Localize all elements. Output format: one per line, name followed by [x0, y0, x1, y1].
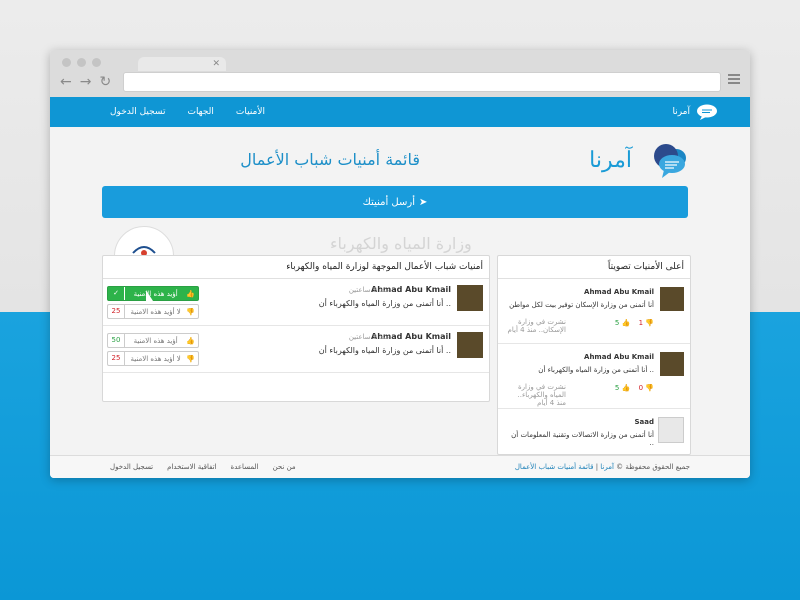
thumbs-down-icon: 👎: [645, 319, 654, 327]
close-window-dot[interactable]: [62, 58, 71, 67]
footer-link-login[interactable]: تسجيل الدخول: [110, 463, 153, 471]
footer-copyright: جميع الحقوق محفوظة © آمرنا | قائمة أمنيا…: [514, 463, 690, 471]
top-wish-item: Ahmad Abu Kmail أنا أتمنى من وزارة الميا…: [498, 344, 690, 409]
upvote-button[interactable]: 50 أؤيد هذه الامنية 👍: [107, 333, 199, 348]
top-wish-meta: نشرت في وزارة الإسكان.. منذ 4 أيام: [507, 318, 566, 334]
paper-plane-icon: ➤: [418, 196, 428, 208]
wish-text[interactable]: أنا أتمنى من وزارة المياه والكهرباء أن .…: [319, 346, 451, 355]
thumbs-up-icon: 👍: [186, 289, 195, 298]
footer-link-help[interactable]: المساعدة: [231, 463, 259, 471]
avatar[interactable]: [457, 332, 483, 358]
nav-link-entities[interactable]: الجهات: [187, 107, 213, 117]
send-label: أرسل أمنيتك: [362, 196, 415, 208]
nav-link-login[interactable]: تسجيل الدخول: [110, 107, 165, 117]
footer-link-terms[interactable]: اتفاقية الاستخدام: [167, 463, 216, 471]
top-wish-text[interactable]: أنا أتمنى من وزارة المياه والكهرباء أن .…: [509, 366, 654, 374]
thumbs-down-icon: 👎: [186, 354, 195, 363]
downvote-button[interactable]: 25 لا أؤيد هذه الامنية 👎: [107, 304, 199, 319]
browser-tab[interactable]: ✕: [138, 57, 226, 71]
browser-nav: ← → ↻: [60, 74, 111, 90]
top-wish-votes: 5 👍 1 👎: [614, 319, 654, 327]
top-wish-text[interactable]: أنا أتمنى من وزارة الإسكان توفير بيت لكل…: [509, 301, 654, 309]
back-arrow-icon[interactable]: ←: [60, 74, 72, 90]
send-wish-button[interactable]: أرسل أمنيتك ➤: [102, 186, 688, 218]
thumbs-up-icon: 👍: [621, 319, 631, 327]
site-navbar: آمرنا تسجيل الدخول الجهات الأمنيات: [50, 97, 750, 127]
wish-time: منذ 2 ساعتين: [348, 286, 389, 294]
tab-close-icon[interactable]: ✕: [212, 57, 220, 71]
footer-links: تسجيل الدخول اتفاقية الاستخدام المساعدة …: [110, 463, 296, 471]
browser-chrome: ✕ ← → ↻: [50, 50, 750, 98]
top-wish-item: Saad أنا أتمنى من وزارة الاتصالات وتقنية…: [498, 409, 690, 454]
downvote-button[interactable]: 25 لا أؤيد هذه الامنية 👎: [107, 351, 199, 366]
brand-name: آمرنا: [589, 148, 632, 173]
upvote-label: أؤيد هذه الامنية: [133, 289, 178, 298]
downvote-count: 25: [108, 352, 125, 365]
avatar[interactable]: [457, 285, 483, 311]
chat-logo-icon[interactable]: [696, 104, 718, 120]
wishes-panel: أمنيات شباب الأعمال الموجهة لوزارة الميا…: [102, 255, 490, 402]
avatar[interactable]: [660, 287, 684, 311]
top-wishes-title: أعلى الأمنيات تصويتاً: [498, 256, 690, 279]
upvote-button[interactable]: ✓ أؤيد هذه الامنية 👍: [107, 286, 199, 301]
browser-menu-icon[interactable]: [728, 74, 740, 84]
forward-arrow-icon[interactable]: →: [80, 74, 92, 90]
thumbs-up-icon: 👍: [186, 336, 195, 345]
browser-window: ✕ ← → ↻ آمرنا تسجيل الدخول الجهات الأمني…: [50, 50, 750, 478]
wish-time: منذ 2 ساعتين: [348, 333, 389, 341]
footer-link-about[interactable]: من نحن: [273, 463, 296, 471]
top-wish-votes: 5 👍 0 👎: [614, 384, 654, 392]
ministry-name: وزارة المياه والكهرباء: [330, 234, 472, 253]
checkmark-icon: ✓: [108, 287, 125, 300]
top-wish-item: Ahmad Abu Kmail أنا أتمنى من وزارة الإسك…: [498, 279, 690, 344]
nav-brand-label[interactable]: آمرنا: [672, 107, 690, 117]
thumbs-down-icon: 👎: [186, 307, 195, 316]
nav-link-wishes[interactable]: الأمنيات: [236, 107, 265, 117]
maximize-window-dot[interactable]: [92, 58, 101, 67]
upvote-count: 50: [108, 334, 125, 347]
page-title: قائمة أمنيات شباب الأعمال: [240, 150, 420, 169]
downvote-label: لا أؤيد هذه الامنية: [130, 307, 181, 316]
copyright-text: جميع الحقوق محفوظة ©: [616, 463, 690, 471]
thumbs-down-icon: 👎: [645, 384, 654, 392]
avatar[interactable]: [660, 352, 684, 376]
wishes-panel-title: أمنيات شباب الأعمال الموجهة لوزارة الميا…: [103, 256, 489, 279]
minimize-window-dot[interactable]: [77, 58, 86, 67]
top-wish-author[interactable]: Saad: [635, 418, 655, 426]
footer-brand-link[interactable]: آمرنا: [600, 463, 614, 471]
upvote-label: أؤيد هذه الامنية: [133, 336, 178, 345]
nav-links: تسجيل الدخول الجهات الأمنيات: [110, 97, 265, 127]
thumbs-up-icon: 👍: [621, 384, 631, 392]
wish-item: Ahmad Abu Kmail منذ 2 ساعتين أنا أتمنى م…: [103, 326, 489, 373]
footer-list-link[interactable]: قائمة أمنيات شباب الأعمال: [515, 463, 594, 471]
address-bar[interactable]: [123, 72, 721, 92]
wish-item: Ahmad Abu Kmail منذ 2 ساعتين أنا أتمنى م…: [103, 279, 489, 326]
window-controls: [62, 58, 101, 67]
downvote-label: لا أؤيد هذه الامنية: [130, 354, 181, 363]
top-wish-author[interactable]: Ahmad Abu Kmail: [584, 353, 654, 361]
top-wish-meta: نشرت في وزارة المياه والكهرباء.. منذ 4 أ…: [517, 383, 567, 407]
top-wish-author[interactable]: Ahmad Abu Kmail: [584, 288, 654, 296]
top-wishes-panel: أعلى الأمنيات تصويتاً Ahmad Abu Kmail أن…: [497, 255, 691, 455]
footer: جميع الحقوق محفوظة © آمرنا | قائمة أمنيا…: [50, 455, 750, 478]
avatar[interactable]: [658, 417, 684, 443]
reload-icon[interactable]: ↻: [99, 74, 111, 90]
top-wish-text[interactable]: أنا أتمنى من وزارة الاتصالات وتقنية المع…: [509, 431, 654, 447]
downvote-count: 25: [108, 305, 125, 318]
mouse-cursor-icon: [146, 290, 153, 301]
wish-text[interactable]: أنا أتمنى من وزارة المياه والكهرباء أن .…: [319, 299, 451, 308]
